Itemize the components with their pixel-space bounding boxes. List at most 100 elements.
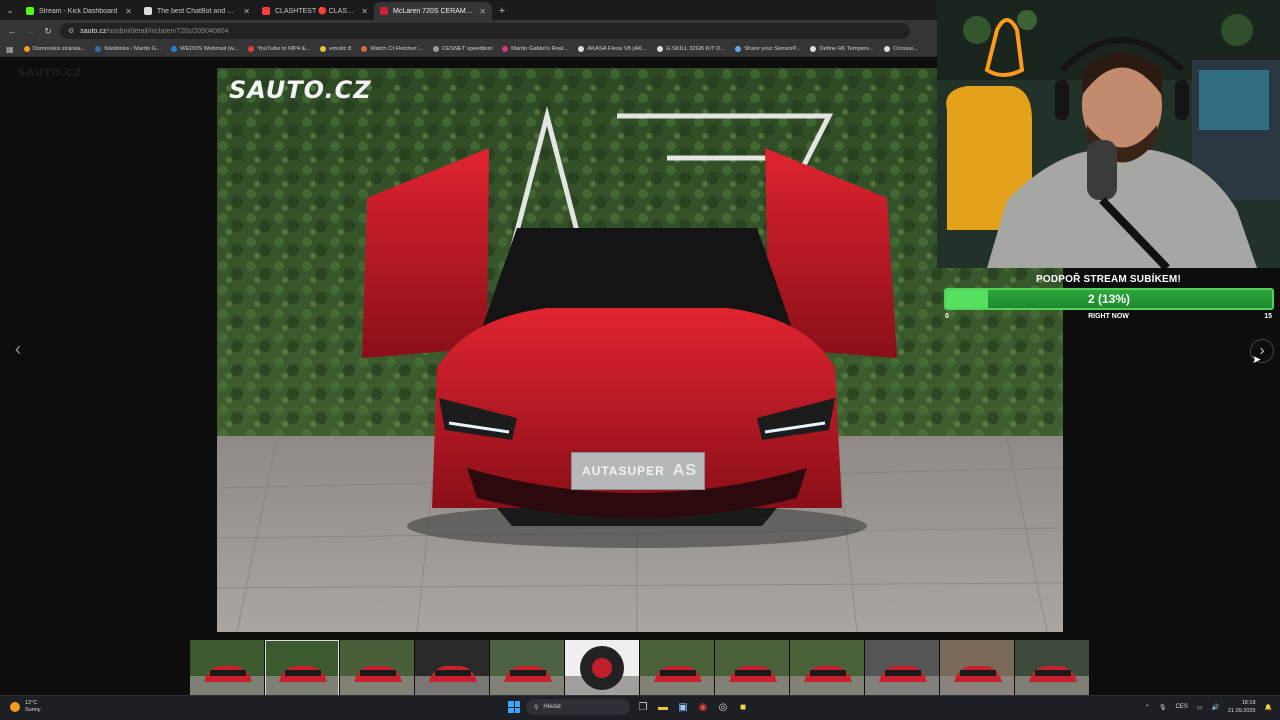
thumbnail-image xyxy=(640,640,714,696)
bookmark-icon xyxy=(578,46,585,52)
clock[interactable]: 18:18 21.09.2025 xyxy=(1228,699,1256,715)
taskbar-search[interactable]: ⚲ Hledat xyxy=(526,699,630,715)
thumbnail-image xyxy=(490,640,564,696)
goal-status-label: RIGHT NOW xyxy=(1088,313,1129,320)
photo-thumbnail[interactable] xyxy=(490,640,564,696)
thumbnail-image xyxy=(790,640,864,696)
microphone-icon[interactable]: 🎙 xyxy=(1159,704,1167,711)
taskbar-center: ⚲ Hledat ❐ ▬ ▣ ◉ ◎ ■ xyxy=(508,699,750,715)
photo-thumbnail[interactable] xyxy=(415,640,489,696)
chrome-icon[interactable]: ◉ xyxy=(696,700,710,714)
forward-arrow-icon[interactable]: → xyxy=(24,26,36,36)
tab-title: McLaren 720S CERAMIC*STEAL xyxy=(393,7,474,15)
photo-thumbnail[interactable] xyxy=(190,640,264,696)
store-icon[interactable]: ▣ xyxy=(676,700,690,714)
bookmark-icon xyxy=(884,46,891,52)
thumbnail-image xyxy=(565,640,639,696)
chatbot-favicon-icon xyxy=(144,7,152,15)
photo-thumbnail[interactable] xyxy=(865,640,939,696)
volume-icon[interactable]: 🔊 xyxy=(1212,704,1219,711)
photo-thumbnail[interactable] xyxy=(1015,640,1089,696)
youtube-favicon-icon xyxy=(262,7,270,15)
photo-thumbnail[interactable] xyxy=(565,640,639,696)
bookmark-item[interactable]: Martin Gabko's Real... xyxy=(502,46,568,52)
license-plate: AUTASUPER AS xyxy=(571,452,705,490)
bookmark-item[interactable]: Define R6 Tempere... xyxy=(810,46,874,52)
tab-kick-dashboard[interactable]: Stream - Kick Dashboard ✕ xyxy=(20,2,138,20)
new-tab-plus-icon[interactable]: + xyxy=(492,2,512,20)
thumbnail-image xyxy=(265,640,339,696)
plate-mark: AS xyxy=(672,462,698,479)
plate-text: AUTASUPER xyxy=(582,464,665,478)
task-view-icon[interactable]: ❐ xyxy=(636,700,650,714)
url-host: sauto.cz xyxy=(80,27,107,35)
close-icon[interactable]: ✕ xyxy=(479,7,486,16)
tab-search-chevron-icon[interactable]: ⌄ xyxy=(0,0,20,20)
bookmark-icon xyxy=(171,46,178,52)
bookmark-icon xyxy=(361,46,368,52)
bookmark-item[interactable]: Watch Ct Fletcher:... xyxy=(361,46,423,52)
tray-overflow-chevron-icon[interactable]: ⌃ xyxy=(1145,704,1150,711)
background-site-logo: SAUTO.CZ xyxy=(18,67,83,79)
bookmark-item[interactable]: Crossai... xyxy=(884,46,918,52)
sun-icon xyxy=(10,702,20,712)
goal-title: PODPOŘ STREAM SUBÍKEM! xyxy=(1036,274,1181,285)
bookmark-item[interactable]: YouTube to MP4 &... xyxy=(248,46,310,52)
bookmark-item[interactable]: AKASA Flexa V8 (AK... xyxy=(578,46,647,52)
tab-title: Stream - Kick Dashboard xyxy=(39,7,118,15)
notification-bell-icon[interactable]: 🔔 xyxy=(1265,704,1272,711)
bookmark-item[interactable]: Nástěnka ‹ Martin G... xyxy=(95,46,161,52)
file-explorer-icon[interactable]: ▬ xyxy=(656,700,670,714)
system-tray: ⌃ 🎙 CES ▭ 🔊 18:18 21.09.2025 🔔 xyxy=(1145,699,1272,715)
sticky-notes-icon[interactable]: ■ xyxy=(736,700,750,714)
close-icon[interactable]: ✕ xyxy=(361,7,368,16)
tab-mclaren-listing[interactable]: McLaren 720S CERAMIC*STEAL ✕ xyxy=(374,2,492,20)
close-icon[interactable]: ✕ xyxy=(125,7,132,16)
weather-condition: Sunny xyxy=(25,707,41,713)
tab-chatbot-widgets[interactable]: The best ChatBot and Widgets ✕ xyxy=(138,2,256,20)
thumbnail-image xyxy=(940,640,1014,696)
bookmark-item[interactable]: CESNET speedtest xyxy=(432,46,492,52)
network-icon[interactable]: ▭ xyxy=(1197,704,1203,711)
back-arrow-icon[interactable]: ← xyxy=(6,26,18,36)
date: 21.09.2025 xyxy=(1227,708,1256,714)
bookmark-item[interactable]: Domovská stránka... xyxy=(23,46,85,52)
obs-icon[interactable]: ◎ xyxy=(716,700,730,714)
tab-title: The best ChatBot and Widgets xyxy=(157,7,239,15)
address-bar[interactable]: ⚙ sauto.cz/osobni/detail/mclaren/720s/20… xyxy=(60,23,910,39)
bookmark-icon xyxy=(248,46,255,52)
thumbnail-strip xyxy=(190,640,1090,696)
photo-thumbnail[interactable] xyxy=(715,640,789,696)
bookmark-icon xyxy=(23,46,30,52)
thumbnail-image xyxy=(340,640,414,696)
photo-thumbnail[interactable] xyxy=(640,640,714,696)
tab-clashtest[interactable]: CLASHTEST 🔴 CLASH 13 ✕ xyxy=(256,2,374,20)
kick-favicon-icon xyxy=(26,7,34,15)
search-icon: ⚲ xyxy=(534,704,539,711)
bookmark-icon xyxy=(432,46,439,52)
close-icon[interactable]: ✕ xyxy=(243,7,250,16)
sub-goal-widget: PODPOŘ STREAM SUBÍKEM! 2 (13%) 0 RIGHT N… xyxy=(937,268,1280,325)
site-info-icon[interactable]: ⚙ xyxy=(68,27,74,35)
bookmark-item[interactable]: Share your SensorP... xyxy=(735,46,800,52)
bookmark-item[interactable]: G.SKILL 32GB KIT D... xyxy=(656,46,725,52)
thumbnail-image xyxy=(1015,640,1089,696)
photo-thumbnail[interactable] xyxy=(340,640,414,696)
bookmark-item[interactable]: emotic 8 xyxy=(320,46,351,52)
photo-thumbnail[interactable] xyxy=(790,640,864,696)
apps-grid-icon[interactable]: ▦ xyxy=(6,45,14,54)
bookmark-icon xyxy=(320,46,327,52)
bookmark-item[interactable]: WEDOS Webmail (w... xyxy=(171,46,238,52)
language-indicator[interactable]: CES xyxy=(1175,704,1187,710)
search-placeholder: Hledat xyxy=(543,704,561,710)
windows-start-icon[interactable] xyxy=(508,701,520,713)
temperature: 12°C xyxy=(25,700,38,706)
bookmark-icon xyxy=(656,46,663,52)
photo-thumbnail[interactable] xyxy=(265,640,339,696)
reload-icon[interactable]: ↻ xyxy=(42,26,54,37)
bookmark-icon xyxy=(95,46,102,52)
thumbnail-image xyxy=(190,640,264,696)
photo-thumbnail[interactable] xyxy=(940,640,1014,696)
previous-photo-chevron-icon[interactable]: ‹ xyxy=(8,339,28,359)
weather-widget[interactable]: 12°C Sunny xyxy=(10,700,41,714)
